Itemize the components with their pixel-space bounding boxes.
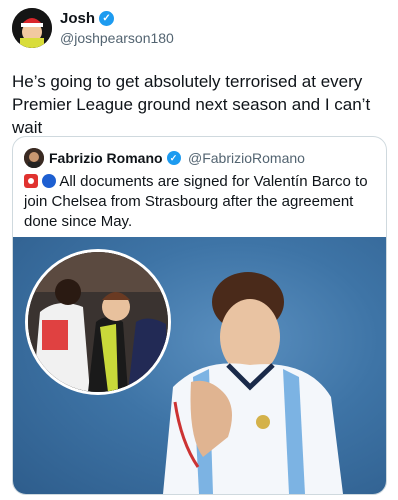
tweet-text: He’s going to get absolutely terrorised …	[12, 72, 371, 137]
author-name[interactable]: Josh ✓	[60, 10, 115, 27]
verified-badge-icon: ✓	[99, 11, 115, 26]
quoted-author-avatar[interactable]	[24, 148, 44, 168]
red-badge-emoji-icon	[24, 174, 38, 188]
verified-badge-icon: ✓	[166, 151, 181, 165]
quoted-tweet-text-block: All documents are signed for Valentín Ba…	[24, 172, 376, 232]
author-handle[interactable]: @joshpearson180	[60, 30, 174, 46]
author-name-text: Josh	[60, 10, 96, 27]
avatar-image	[12, 8, 52, 48]
blue-circle-emoji-icon	[42, 174, 56, 188]
quoted-author-handle[interactable]: @FabrizioRomano	[188, 150, 305, 166]
quoted-tweet-text: All documents are signed for Valentín Ba…	[24, 173, 368, 230]
inset-match-photo	[25, 249, 171, 395]
quoted-tweet-media-image[interactable]	[13, 237, 386, 494]
quoted-avatar-image	[24, 148, 44, 168]
quoted-author-name[interactable]: Fabrizio Romano ✓	[49, 150, 181, 166]
inset-image	[28, 252, 168, 392]
quoted-author-name-text: Fabrizio Romano	[49, 150, 163, 166]
author-avatar[interactable]	[12, 8, 52, 48]
quoted-tweet-card[interactable]: Fabrizio Romano ✓ @FabrizioRomano All do…	[12, 136, 387, 495]
